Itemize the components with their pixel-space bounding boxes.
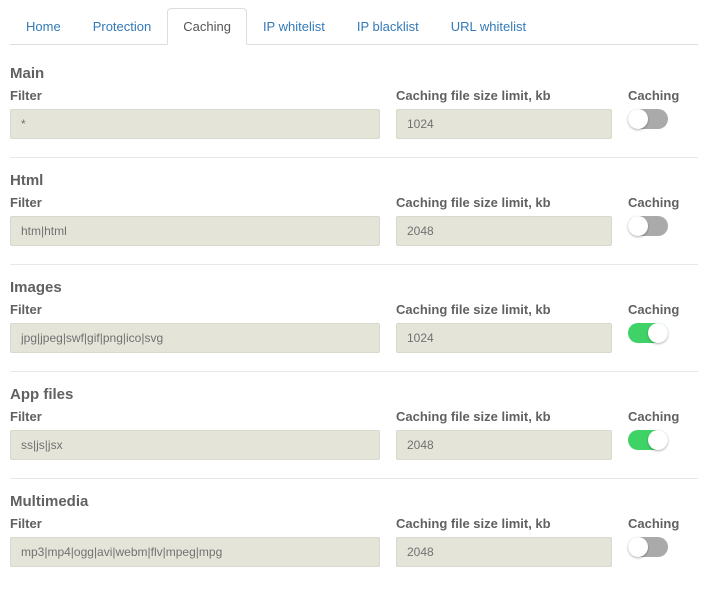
section-app-files: App files Filter Caching file size limit…: [10, 386, 698, 479]
filter-input-appfiles[interactable]: [10, 430, 380, 460]
section-main: Main Filter Caching file size limit, kb …: [10, 65, 698, 158]
tab-protection[interactable]: Protection: [77, 8, 168, 45]
limit-label: Caching file size limit, kb: [396, 195, 612, 210]
tab-url-whitelist[interactable]: URL whitelist: [435, 8, 542, 45]
section-title: Multimedia: [10, 493, 698, 510]
tabs-bar: Home Protection Caching IP whitelist IP …: [10, 8, 698, 45]
tab-caching[interactable]: Caching: [167, 8, 247, 45]
section-images: Images Filter Caching file size limit, k…: [10, 279, 698, 372]
section-multimedia: Multimedia Filter Caching file size limi…: [10, 493, 698, 585]
section-html: Html Filter Caching file size limit, kb …: [10, 172, 698, 265]
limit-input-images[interactable]: [396, 323, 612, 353]
section-title: Main: [10, 65, 698, 82]
caching-label: Caching: [628, 195, 688, 210]
filter-label: Filter: [10, 516, 380, 531]
limit-input-html[interactable]: [396, 216, 612, 246]
section-title: App files: [10, 386, 698, 403]
tab-ip-blacklist[interactable]: IP blacklist: [341, 8, 435, 45]
caching-label: Caching: [628, 409, 688, 424]
filter-input-multimedia[interactable]: [10, 537, 380, 567]
filter-label: Filter: [10, 195, 380, 210]
filter-label: Filter: [10, 88, 380, 103]
tab-ip-whitelist[interactable]: IP whitelist: [247, 8, 341, 45]
limit-label: Caching file size limit, kb: [396, 409, 612, 424]
limit-input-appfiles[interactable]: [396, 430, 612, 460]
filter-label: Filter: [10, 409, 380, 424]
filter-label: Filter: [10, 302, 380, 317]
limit-label: Caching file size limit, kb: [396, 88, 612, 103]
caching-toggle-images[interactable]: [628, 323, 668, 343]
limit-input-multimedia[interactable]: [396, 537, 612, 567]
limit-label: Caching file size limit, kb: [396, 516, 612, 531]
caching-toggle-main[interactable]: [628, 109, 668, 129]
filter-input-html[interactable]: [10, 216, 380, 246]
caching-toggle-html[interactable]: [628, 216, 668, 236]
caching-label: Caching: [628, 302, 688, 317]
caching-toggle-appfiles[interactable]: [628, 430, 668, 450]
limit-label: Caching file size limit, kb: [396, 302, 612, 317]
filter-input-images[interactable]: [10, 323, 380, 353]
filter-input-main[interactable]: [10, 109, 380, 139]
caching-label: Caching: [628, 516, 688, 531]
caching-label: Caching: [628, 88, 688, 103]
section-title: Images: [10, 279, 698, 296]
tab-home[interactable]: Home: [10, 8, 77, 45]
caching-toggle-multimedia[interactable]: [628, 537, 668, 557]
limit-input-main[interactable]: [396, 109, 612, 139]
section-title: Html: [10, 172, 698, 189]
